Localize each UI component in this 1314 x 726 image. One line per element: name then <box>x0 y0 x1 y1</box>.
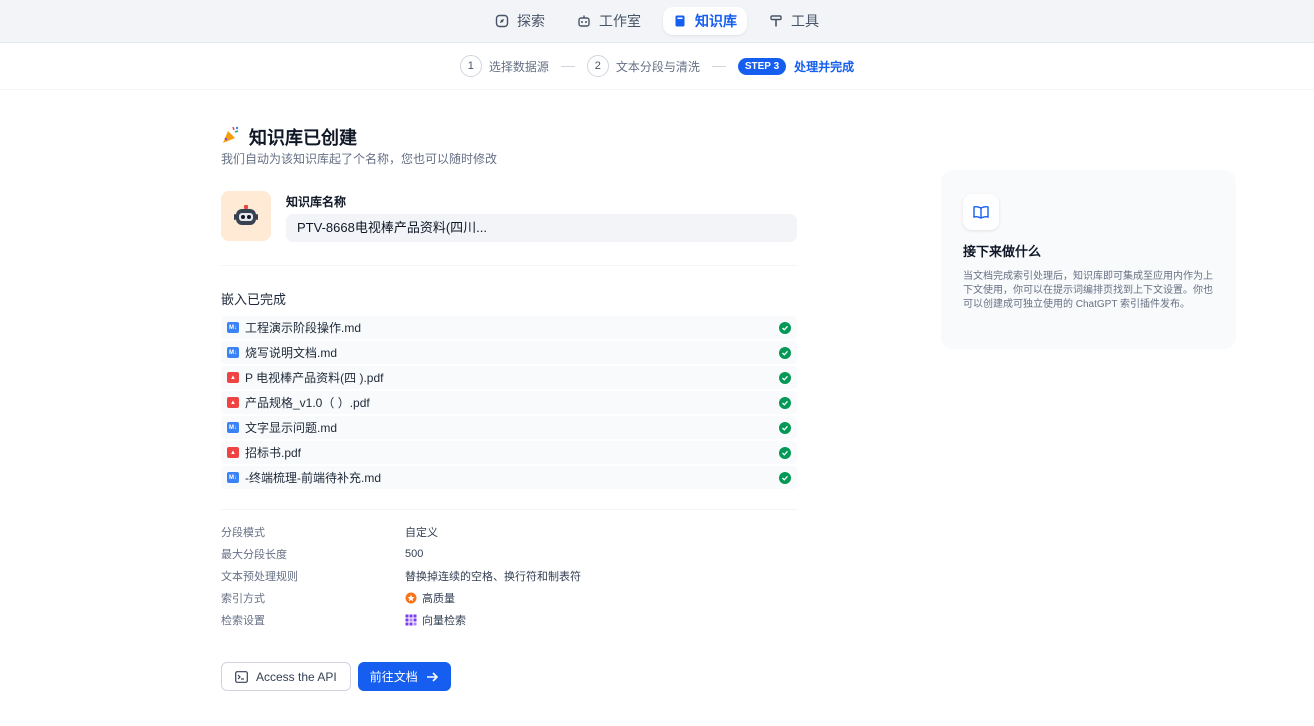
markdown-file-icon: M↓ <box>227 322 239 333</box>
step-number: 1 <box>459 55 482 77</box>
file-item[interactable]: M↓ 烧写说明文档.md <box>221 341 797 364</box>
file-list: M↓ 工程演示阶段操作.md M↓ 烧写说明文档.md ▲ P 电视棒产品资料(… <box>221 316 797 491</box>
check-circle-icon <box>779 421 791 434</box>
pdf-file-icon: ▲ <box>227 372 239 383</box>
check-circle-icon <box>779 371 791 384</box>
knowledge-avatar[interactable] <box>221 191 271 241</box>
nav-item-studio[interactable]: 工作室 <box>567 7 651 35</box>
nav-item-label: 工作室 <box>599 13 641 29</box>
page-title-text: 知识库已创建 <box>249 128 357 148</box>
terminal-icon <box>235 670 248 683</box>
markdown-file-icon: M↓ <box>227 347 239 358</box>
next-steps-title: 接下来做什么 <box>963 244 1042 259</box>
access-api-label: Access the API <box>256 669 337 684</box>
markdown-file-icon: M↓ <box>227 422 239 433</box>
step-connector <box>711 65 726 67</box>
divider <box>221 265 797 266</box>
hammer-icon <box>769 14 783 28</box>
party-popper-icon <box>221 125 241 150</box>
next-steps-panel: 接下来做什么 当文档完成索引处理后，知识库即可集成至应用内作为上下文使用，你可以… <box>941 170 1236 349</box>
divider <box>221 509 797 510</box>
meta-value: 自定义 <box>405 527 438 539</box>
file-name: 产品规格_v1.0（ ）.pdf <box>245 396 370 410</box>
file-name: 烧写说明文档.md <box>245 346 338 360</box>
robot-icon <box>577 14 591 28</box>
meta-row-preprocess: 文本预处理规则 替换掉连续的空格、换行符和制表符 <box>221 565 797 587</box>
file-item[interactable]: ▲ 招标书.pdf <box>221 441 797 464</box>
step-label: 文本分段与清洗 <box>615 59 700 74</box>
robot-avatar-icon <box>234 205 258 225</box>
pdf-file-icon: ▲ <box>227 447 239 458</box>
page-title: 知识库已创建 <box>221 124 357 150</box>
knowledge-name-label: 知识库名称 <box>286 195 347 209</box>
step-badge: STEP 3 <box>737 57 787 75</box>
step-2: 2 文本分段与清洗 <box>586 55 700 77</box>
next-steps-description: 当文档完成索引处理后，知识库即可集成至应用内作为上下文使用，你可以在提示词编排页… <box>963 271 1213 310</box>
file-name: 文字显示问题.md <box>245 421 338 435</box>
top-navigation: 探索 工作室 知识库 工具 <box>0 0 1314 43</box>
meta-value-wrap: 向量检索 <box>405 612 466 628</box>
meta-row-retrieval: 检索设置 向量检索 <box>221 609 797 631</box>
nav-item-tools[interactable]: 工具 <box>759 7 829 35</box>
meta-value: 高质量 <box>422 593 455 605</box>
file-name: 工程演示阶段操作.md <box>245 321 362 335</box>
check-circle-icon <box>779 346 791 359</box>
file-item[interactable]: ▲ 产品规格_v1.0（ ）.pdf <box>221 391 797 414</box>
quality-icon <box>405 592 417 604</box>
meta-key: 检索设置 <box>221 615 265 627</box>
step-label: 处理并完成 <box>794 59 855 74</box>
go-to-docs-button[interactable]: 前往文档 <box>357 662 451 691</box>
meta-row-segment-mode: 分段模式 自定义 <box>221 521 797 543</box>
file-item[interactable]: M↓ 工程演示阶段操作.md <box>221 316 797 339</box>
vector-grid-icon <box>405 614 417 626</box>
open-book-icon <box>963 194 999 230</box>
meta-row-max-length: 最大分段长度 500 <box>221 543 797 565</box>
file-name: P 电视棒产品资料(四 ).pdf <box>245 371 384 385</box>
meta-key: 最大分段长度 <box>221 549 287 561</box>
go-to-docs-label: 前往文档 <box>369 670 418 684</box>
markdown-file-icon: M↓ <box>227 472 239 483</box>
nav-item-label: 探索 <box>517 13 545 29</box>
meta-row-index-method: 索引方式 高质量 <box>221 587 797 609</box>
nav-item-knowledge[interactable]: 知识库 <box>663 7 747 35</box>
embedding-status-title: 嵌入已完成 <box>221 292 287 307</box>
file-name: -终端梳理-前端待补充.md <box>245 471 381 485</box>
meta-value-wrap: 高质量 <box>405 590 455 606</box>
meta-value: 向量检索 <box>422 615 466 627</box>
meta-key: 分段模式 <box>221 527 265 539</box>
check-circle-icon <box>779 321 791 334</box>
settings-summary: 分段模式 自定义 最大分段长度 500 文本预处理规则 替换掉连续的空格、换行符… <box>221 521 797 631</box>
knowledge-name-input[interactable]: PTV-8668电视棒产品资料(四川... <box>286 214 797 242</box>
page-subtitle: 我们自动为该知识库起了个名称，您也可以随时修改 <box>221 152 498 166</box>
nav-item-label: 工具 <box>791 13 819 29</box>
meta-value: 替换掉连续的空格、换行符和制表符 <box>405 571 581 583</box>
step-indicator: 1 选择数据源 2 文本分段与清洗 STEP 3 处理并完成 <box>0 43 1314 90</box>
check-circle-icon <box>779 471 791 484</box>
step-connector <box>560 65 575 67</box>
check-circle-icon <box>779 396 791 409</box>
meta-value: 500 <box>405 548 424 560</box>
access-api-button[interactable]: Access the API <box>221 662 351 691</box>
nav-item-explore[interactable]: 探索 <box>485 7 555 35</box>
file-name: 招标书.pdf <box>245 446 302 460</box>
file-item[interactable]: M↓ 文字显示问题.md <box>221 416 797 439</box>
step-number: 2 <box>586 55 609 77</box>
step-3: STEP 3 处理并完成 <box>737 57 855 75</box>
meta-key: 文本预处理规则 <box>221 571 298 583</box>
nav-item-label: 知识库 <box>695 13 737 29</box>
pdf-file-icon: ▲ <box>227 397 239 408</box>
check-circle-icon <box>779 446 791 459</box>
arrow-right-icon <box>426 671 439 683</box>
step-label: 选择数据源 <box>488 59 549 74</box>
compass-icon <box>495 14 509 28</box>
book-icon <box>673 14 687 28</box>
file-item[interactable]: ▲ P 电视棒产品资料(四 ).pdf <box>221 366 797 389</box>
step-1: 1 选择数据源 <box>459 55 549 77</box>
meta-key: 索引方式 <box>221 593 265 605</box>
file-item[interactable]: M↓ -终端梳理-前端待补充.md <box>221 466 797 489</box>
action-buttons: Access the API 前往文档 <box>221 662 451 691</box>
